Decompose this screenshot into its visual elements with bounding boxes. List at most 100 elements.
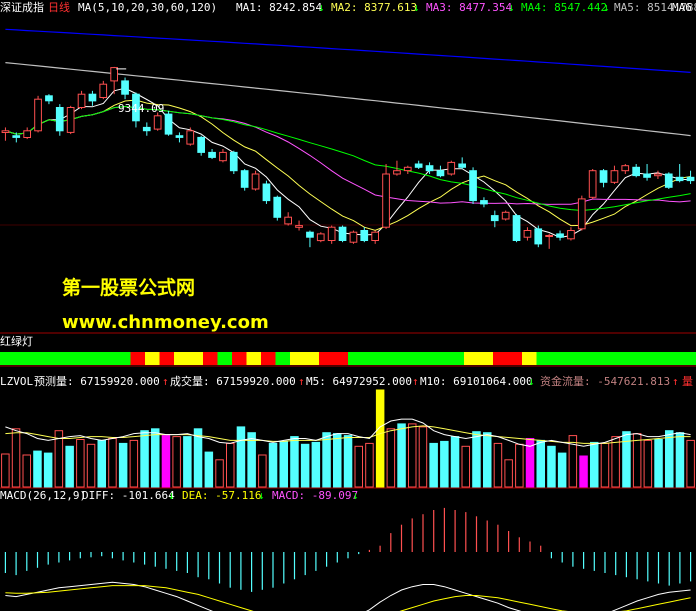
candle-body [153,115,162,130]
candle-body [306,231,314,238]
hl-segment-green [536,352,696,365]
ma5-line [5,62,691,137]
hl-segment-green [0,352,131,365]
candle-body [338,226,347,241]
hl-segment-red [319,352,349,365]
ma3-arrow: ↓ [508,1,515,14]
hl-segment-yellow [246,352,262,365]
hl-segment-yellow [145,352,160,365]
volume-bar [375,389,385,488]
ma-params: MA(5,10,20,30,60,120) [78,1,217,14]
traffic-light-panel [0,352,696,365]
hl-segment-red [203,352,218,365]
candle-body [588,170,597,198]
volume-bar [536,439,545,488]
candle-body [447,161,456,175]
ma1-line [5,87,691,239]
volume-bar [258,454,267,488]
candle-body [327,226,336,241]
candle-body [393,170,401,175]
candle-body [523,230,532,238]
ma4-line [5,105,691,212]
candle-body [121,80,129,95]
volume-bar [343,435,353,488]
macd-value: MACD: -89.097 [272,489,358,502]
volume-bar [408,423,417,488]
candle-body [545,235,553,237]
volume-bar [279,440,288,488]
volume-bar [290,436,299,488]
volume-bar [418,426,428,488]
ma1-arrow: ↓ [318,1,325,14]
macd-diff: DIFF: -101.664 [82,489,175,502]
candle-body [577,198,586,230]
candle-body [229,151,238,172]
candle-body [534,228,543,245]
candle-body [675,176,684,182]
watermark-title: 第一股票公式网 [62,276,195,299]
ma3-line [5,105,691,205]
price-panel [0,28,696,249]
volume-bar [129,439,139,488]
candle-body [175,135,184,138]
volume-bar [22,454,31,488]
volume-bar [643,439,653,488]
volume-bar [322,432,331,488]
volume-bar [108,438,117,488]
ma6-value: MA6 [672,1,692,14]
volume-bar [397,423,406,488]
volume-bar [611,436,620,488]
vol-flow-arrow: ↑ [672,375,679,388]
volume-bar [429,442,438,488]
vol-pred-arrow: ↑ [162,375,169,388]
candle-body [403,166,412,172]
ma2-arrow: ↓ [413,1,420,14]
candle-body [556,233,564,238]
volume-bar [493,442,503,488]
hl-title: 红绿灯 [0,334,33,348]
candle-body [349,231,358,243]
volume-bar [450,436,460,488]
index-name: 深证成指 [0,0,44,14]
volume-bar [440,440,449,488]
hl-segment-red [159,352,175,365]
ma2-line [5,99,691,231]
candle-body [458,163,466,168]
vol-flow: 资金流量: -547621.813 [540,374,670,388]
volume-bar [665,430,674,488]
hl-segment-green [275,352,291,365]
macd-diff-arrow: ↓ [168,489,175,502]
candle-body [208,151,216,158]
candle-body [66,107,75,133]
candle-body [436,170,445,177]
volume-bar [622,431,631,488]
candle-body [512,215,521,242]
volume-bar [215,459,224,488]
vol-name: LZVOL [0,375,33,388]
hl-segment-green [348,352,465,365]
volume-bar [1,453,10,488]
volume-bar [568,435,578,488]
candle-body [643,173,651,178]
volume-bar [226,442,235,488]
macd-dea-arrow: ↓ [258,489,265,502]
volume-bar [557,452,567,488]
ma6-line [5,28,691,73]
volume-bar [472,431,481,488]
candle-body [12,135,21,138]
candle-body [490,215,499,222]
candle-body [371,231,379,241]
volume-bar [483,432,492,488]
vol-tail: 量 [682,375,693,388]
high-price-label: 9344.09 [118,102,164,115]
macd-value-arrow: ↓ [352,489,359,502]
volume-bar [579,455,588,488]
volume-bar [11,428,21,488]
candle-body [23,130,31,139]
candle-body [88,93,97,102]
candle-body [1,130,10,134]
macd-label: MACD(26,12,9) [0,489,86,502]
candle-body [273,196,282,218]
volume-bar [600,442,610,488]
candle-body [99,83,108,98]
